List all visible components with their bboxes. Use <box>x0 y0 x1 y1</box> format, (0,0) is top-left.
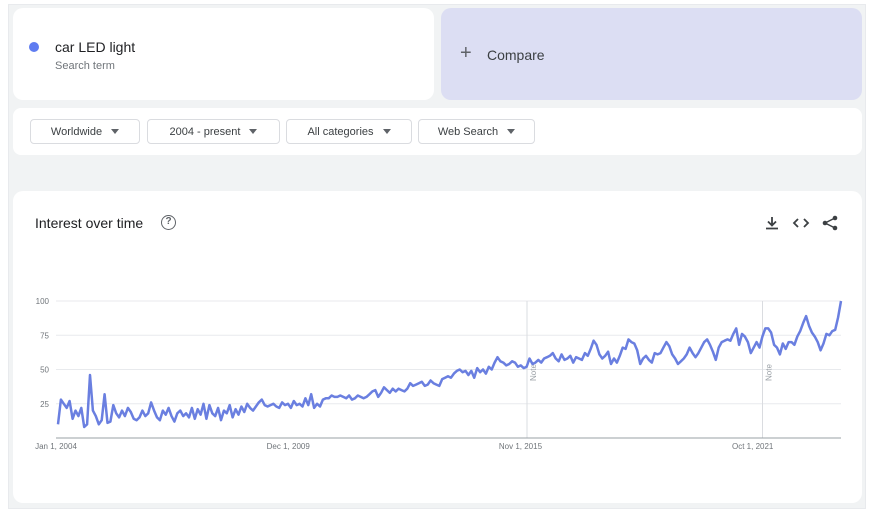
search-term-card[interactable]: car LED light Search term <box>13 8 434 100</box>
region-value: Worldwide <box>50 125 103 138</box>
time-range-value: 2004 - present <box>169 125 241 138</box>
category-dropdown[interactable]: All categories <box>286 119 412 144</box>
series-line <box>56 300 843 429</box>
y-tick-label: 25 <box>40 400 49 409</box>
search-term-name[interactable]: car LED light <box>55 39 135 55</box>
y-tick-label: 75 <box>40 331 49 340</box>
x-axis-ticks: Jan 1, 2004 Dec 1, 2009 Nov 1, 2015 Oct 1, … <box>35 442 774 451</box>
y-tick-label: 100 <box>36 297 50 306</box>
compare-button[interactable]: + Compare <box>441 8 862 100</box>
y-axis-ticks: 25 50 75 100 <box>36 297 50 409</box>
x-tick-label: Nov 1, 2015 <box>499 442 543 451</box>
x-tick-label: Oct 1, 2021 <box>732 442 774 451</box>
region-dropdown[interactable]: Worldwide <box>30 119 140 144</box>
note-label[interactable]: Note <box>529 364 538 381</box>
search-type-dropdown[interactable]: Web Search <box>418 119 535 144</box>
x-tick-label: Dec 1, 2009 <box>267 442 311 451</box>
compare-label: Compare <box>487 47 545 63</box>
caret-down-icon <box>249 129 258 134</box>
x-tick-label: Jan 1, 2004 <box>35 442 77 451</box>
time-range-dropdown[interactable]: 2004 - present <box>147 119 280 144</box>
caret-down-icon <box>111 129 120 134</box>
search-type-value: Web Search <box>437 125 499 138</box>
series-color-dot <box>29 42 39 52</box>
search-term-subtitle: Search term <box>55 60 115 72</box>
interest-line-chart: 25 50 75 100 Note Note Jan 1, 2004 Dec 1, 200… <box>35 297 843 451</box>
caret-down-icon <box>382 129 391 134</box>
interest-over-time-card: Interest over time ? 25 50 75 100 Note Note … <box>13 191 862 503</box>
y-tick-label: 50 <box>40 366 49 375</box>
chart-gridlines <box>56 300 841 405</box>
category-value: All categories <box>307 125 374 138</box>
caret-down-icon <box>507 129 516 134</box>
plus-icon: + <box>460 42 472 64</box>
filter-bar: Worldwide 2004 - present All categories … <box>13 108 862 155</box>
note-label[interactable]: Note <box>765 364 774 381</box>
